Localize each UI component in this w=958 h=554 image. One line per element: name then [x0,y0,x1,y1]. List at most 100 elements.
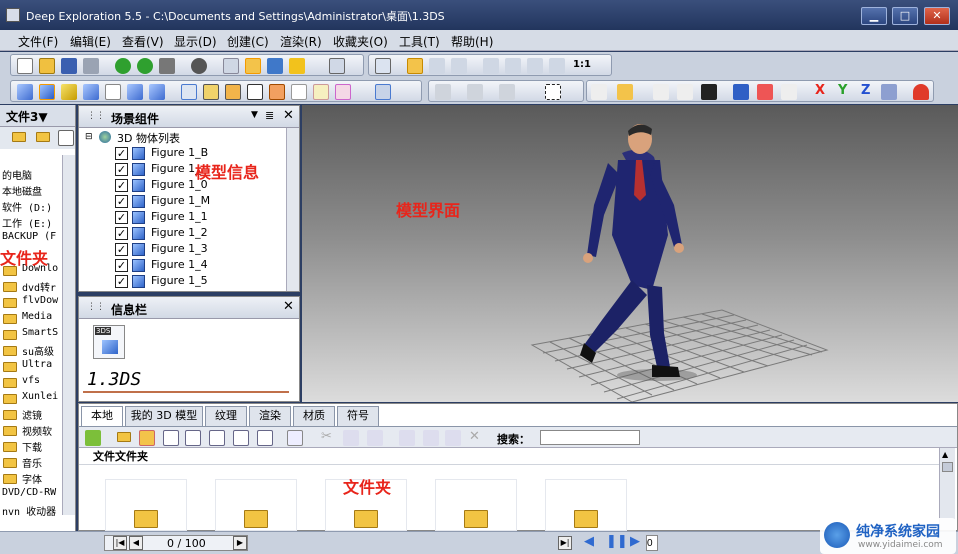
wireframe-icon[interactable] [181,84,197,100]
rotate-pivot-icon[interactable] [757,84,773,100]
folder-item[interactable]: Ultra [22,359,52,370]
browser-tab[interactable]: 渲染 [249,406,291,426]
menu-help[interactable]: 帮助(H) [451,33,493,50]
open-icon[interactable] [39,58,55,74]
folder-item[interactable]: 下载 [22,439,42,454]
print-icon[interactable] [83,58,99,74]
browser-tab[interactable]: 符号 [337,406,379,426]
folder-thumbnail[interactable] [105,479,187,531]
grid-view-icon[interactable] [287,430,303,446]
up-folder-icon[interactable] [159,58,175,74]
redo-icon[interactable] [499,84,515,100]
object-list-root[interactable]: 3D 物体列表 [117,130,180,146]
search-input[interactable] [540,430,640,445]
camera-icon[interactable] [435,84,451,100]
tree-row[interactable]: nvn 收动器 [2,503,56,518]
scroll-thumb[interactable] [942,462,953,472]
z-axis-button[interactable]: Z [861,83,870,99]
folder-thumbnail[interactable] [545,479,627,531]
scene-object-row[interactable]: ✓ Figure 1_4 [115,258,283,274]
export-icon[interactable] [399,430,415,446]
next-page-button[interactable]: ▶ [233,536,247,550]
import-icon[interactable] [423,430,439,446]
close-panel-icon[interactable]: ✕ [283,108,294,123]
visibility-checkbox[interactable]: ✓ [115,163,128,176]
visibility-checkbox[interactable]: ✓ [115,275,128,288]
pause-icon[interactable]: ❚❚ [606,534,628,550]
menu-edit[interactable]: 编辑(E) [70,33,111,50]
visibility-checkbox[interactable]: ✓ [115,259,128,272]
edges-icon[interactable] [225,84,241,100]
outline-cube-icon[interactable] [247,84,263,100]
tree-row[interactable]: BACKUP (F [2,231,56,242]
folder-item[interactable]: flvDow [22,295,58,306]
zoom-window-icon[interactable] [375,58,391,74]
zoom-1to1-button[interactable]: 1:1 [573,57,591,73]
material-brush-icon[interactable] [617,84,633,100]
normals-icon[interactable] [269,84,285,100]
pan-hand-icon[interactable] [451,58,467,74]
browser-tab[interactable]: 我的 3D 模型 [125,406,203,426]
textured-cube-icon[interactable] [61,84,77,100]
minimize-button[interactable]: ▁ [861,7,887,25]
thumbnail-view-icon[interactable] [139,430,155,446]
tiles-view-icon[interactable] [257,430,273,446]
undo-icon[interactable] [467,84,483,100]
folder-item[interactable]: Media [22,311,52,322]
close-panel-icon[interactable]: ✕ [283,299,294,314]
close-button[interactable]: ✕ [924,7,950,25]
scene-object-row[interactable]: ✓ Figure 1_5 [115,274,283,290]
folder-item[interactable]: 音乐 [22,455,42,470]
visibility-checkbox[interactable]: ✓ [115,147,128,160]
list-view-icon[interactable] [209,430,225,446]
folder-item[interactable]: su高级 [22,343,54,358]
folder-item[interactable]: SmartS [22,327,58,338]
visibility-checkbox[interactable]: ✓ [115,195,128,208]
menu-render[interactable]: 渲染(R) [280,33,322,50]
folder-item[interactable]: 滤镜 [22,407,42,422]
details-view-icon[interactable] [233,430,249,446]
zoom-icon[interactable] [429,58,445,74]
zoom-out-icon[interactable] [505,58,521,74]
folder-item[interactable]: Xunlei [22,391,58,402]
favorites-star-icon[interactable] [289,58,305,74]
fullscreen-icon[interactable] [329,58,345,74]
save-icon[interactable] [61,58,77,74]
tree-row[interactable]: 工作 (E:) [2,215,52,230]
rewind-icon[interactable]: ◀ [584,534,594,550]
file-panel-scrollbar[interactable] [62,155,75,515]
move-icon[interactable] [653,84,669,100]
rotate-icon[interactable] [677,84,693,100]
refresh-icon[interactable] [267,58,283,74]
play-icon[interactable]: ▶ [630,534,640,550]
file-panel-title[interactable]: 文件3▼ [6,108,48,125]
scale-icon[interactable] [701,84,717,100]
folder-icon[interactable] [12,132,26,142]
folder-thumbnail[interactable] [435,479,517,531]
browser-tab[interactable]: 本地 [81,406,123,426]
paste-icon[interactable] [367,430,383,446]
collapse-icon[interactable]: ⊟ [85,132,93,142]
menu-view[interactable]: 查看(V) [122,33,164,50]
tree-row[interactable]: 本地磁盘 [2,183,42,198]
maximize-button[interactable]: □ [892,7,918,25]
menu-display[interactable]: 显示(D) [174,33,217,50]
menu-file[interactable]: 文件(F) [18,33,58,50]
rotate-view-icon[interactable] [407,58,423,74]
up-arrow-icon[interactable] [85,430,101,446]
forward-icon[interactable] [137,58,153,74]
folders-icon[interactable] [245,58,261,74]
dropdown-arrow-icon[interactable]: ▼ [251,110,258,120]
scene-object-row[interactable]: ✓ Figure 1_M [115,194,283,210]
visibility-checkbox[interactable]: ✓ [115,227,128,240]
select-region-icon[interactable] [545,84,561,100]
scroll-up-arrow[interactable]: ▲ [942,450,948,459]
flat-cube-icon[interactable] [83,84,99,100]
scene-object-row[interactable]: ✓ Figure 1_2 [115,226,283,242]
first-page-button[interactable]: |◀ [113,536,127,550]
properties-icon[interactable] [445,430,461,446]
transparent-cube-icon[interactable] [291,84,307,100]
menu-tools[interactable]: 工具(T) [399,33,440,50]
shaded-cube-icon[interactable] [17,84,33,100]
visibility-checkbox[interactable]: ✓ [115,211,128,224]
